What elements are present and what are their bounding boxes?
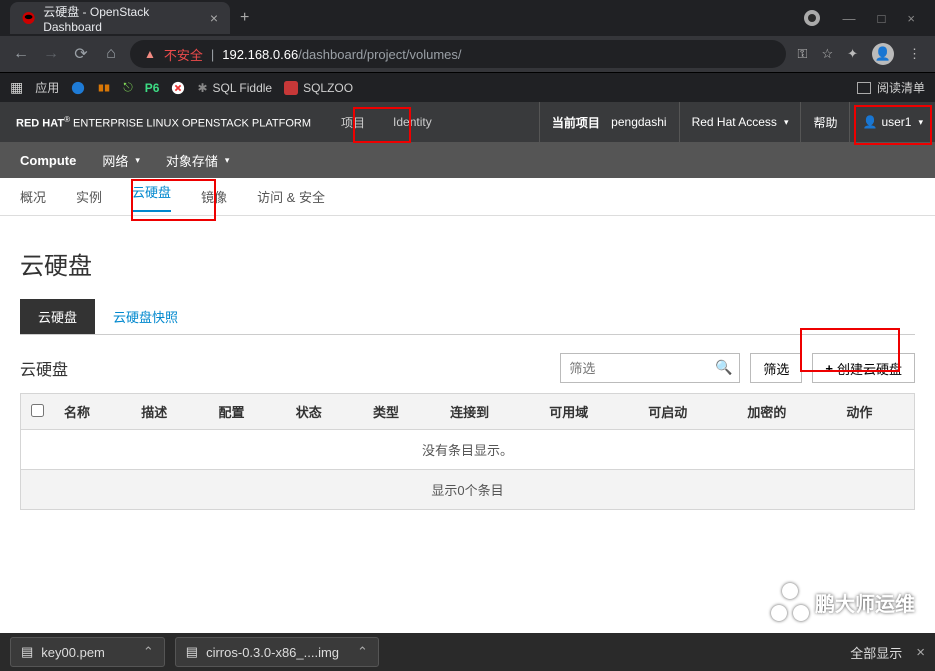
redhat-access[interactable]: Red Hat Access▾ xyxy=(679,102,801,142)
listtab-snapshots[interactable]: 云硬盘快照 xyxy=(95,299,196,334)
extensions-icon[interactable]: ✦ xyxy=(847,46,858,62)
filter-button[interactable]: 筛选 xyxy=(750,353,802,383)
maximize-icon[interactable]: □ xyxy=(878,11,886,26)
url-host: 192.168.0.66 xyxy=(222,47,298,62)
file-icon: ▤ xyxy=(186,644,198,660)
downloads-bar: ▤ key00.pem ⌃ ▤ cirros-0.3.0-x86_....img… xyxy=(0,633,935,671)
help-link[interactable]: 帮助 xyxy=(800,102,849,142)
tab-images[interactable]: 镜像 xyxy=(201,187,227,206)
plus-icon: + xyxy=(825,361,833,376)
col-boot: 可启动 xyxy=(638,394,737,430)
minimize-icon[interactable]: — xyxy=(843,11,856,26)
col-cfg: 配置 xyxy=(208,394,285,430)
bookmark-ico-2[interactable] xyxy=(97,81,111,95)
bookmark-ico-1[interactable] xyxy=(71,81,85,95)
star-icon[interactable]: ☆ xyxy=(821,46,833,62)
bookmark-sqlzoo[interactable]: SQLZOO xyxy=(284,81,353,95)
col-zone: 可用域 xyxy=(539,394,638,430)
window-close-icon[interactable]: × xyxy=(907,11,915,26)
redhat-icon xyxy=(22,11,35,25)
chevron-up-icon[interactable]: ⌃ xyxy=(357,644,368,660)
panel-title: 云硬盘 xyxy=(20,356,68,380)
address-bar[interactable]: ▲ 不安全 | 192.168.0.66/dashboard/project/v… xyxy=(130,40,786,68)
search-icon[interactable]: 🔍 xyxy=(715,359,732,376)
user-menu[interactable]: 👤user1▾ xyxy=(849,102,935,142)
bookmark-apps[interactable]: 应用 xyxy=(35,79,59,96)
home-button[interactable]: ⌂ xyxy=(100,45,122,63)
reading-list[interactable]: 阅读清单 xyxy=(877,79,925,96)
download-item-1[interactable]: ▤ key00.pem ⌃ xyxy=(10,637,165,667)
subnav-compute[interactable]: Compute xyxy=(20,153,76,168)
profile-avatar[interactable]: 👤 xyxy=(872,43,894,65)
tab-instances[interactable]: 实例 xyxy=(76,187,102,206)
col-type: 类型 xyxy=(363,394,440,430)
nav-identity[interactable]: Identity xyxy=(379,102,446,142)
apps-icon[interactable]: ▦ xyxy=(10,79,23,96)
tab-title: 云硬盘 - OpenStack Dashboard xyxy=(43,3,202,34)
table-footer: 显示0个条目 xyxy=(21,470,915,510)
subnav: Compute 网络▾ 对象存储▾ xyxy=(0,142,935,178)
create-volume-button[interactable]: +创建云硬盘 xyxy=(812,353,915,383)
forward-button: → xyxy=(40,45,62,63)
circle-badge-icon xyxy=(803,9,821,27)
col-enc: 加密的 xyxy=(737,394,836,430)
tab-volumes[interactable]: 云硬盘 xyxy=(132,182,171,212)
close-downloads-icon[interactable]: × xyxy=(916,644,925,661)
openstack-header: RED HAT® ENTERPRISE LINUX OPENSTACK PLAT… xyxy=(0,102,935,142)
brand: RED HAT® ENTERPRISE LINUX OPENSTACK PLAT… xyxy=(0,115,327,130)
col-attached: 连接到 xyxy=(440,394,539,430)
subnav-objectstore[interactable]: 对象存储▾ xyxy=(166,151,230,170)
col-desc: 描述 xyxy=(131,394,208,430)
listtab-volumes[interactable]: 云硬盘 xyxy=(20,299,95,334)
insecure-label: 不安全 xyxy=(164,45,203,64)
bookmark-sqlfiddle[interactable]: ✱ SQL Fiddle xyxy=(197,81,272,95)
bookmark-ico-4[interactable]: P6 xyxy=(145,81,160,95)
reload-button[interactable]: ⟳ xyxy=(70,44,92,64)
show-all-downloads[interactable]: 全部显示 xyxy=(850,643,902,662)
bookmark-ico-5[interactable] xyxy=(171,81,185,95)
empty-row: 没有条目显示。 xyxy=(21,430,915,470)
select-all-checkbox[interactable] xyxy=(31,404,44,417)
col-actions: 动作 xyxy=(836,394,914,430)
current-project: 当前项目 pengdashi xyxy=(539,102,679,142)
close-icon[interactable]: × xyxy=(210,10,218,26)
bookmark-ico-3[interactable]: ⎋ xyxy=(123,80,133,95)
search-input[interactable] xyxy=(560,353,740,383)
tab-access[interactable]: 访问 & 安全 xyxy=(257,187,325,206)
new-tab-button[interactable]: + xyxy=(240,9,249,27)
url-path: /dashboard/project/volumes/ xyxy=(298,47,461,62)
reading-list-icon xyxy=(857,82,871,94)
warning-icon: ▲ xyxy=(144,47,156,61)
menu-icon[interactable]: ⋮ xyxy=(908,46,921,62)
section-tabs: 概况 实例 云硬盘 镜像 访问 & 安全 xyxy=(0,178,935,216)
col-name: 名称 xyxy=(54,394,131,430)
browser-tab[interactable]: 云硬盘 - OpenStack Dashboard × xyxy=(10,2,230,34)
download-item-2[interactable]: ▤ cirros-0.3.0-x86_....img ⌃ xyxy=(175,637,379,667)
back-button[interactable]: ← xyxy=(10,45,32,63)
wechat-icon xyxy=(771,583,809,621)
volumes-table: 名称 描述 配置 状态 类型 连接到 可用域 可启动 加密的 动作 没有条目显示… xyxy=(20,393,915,510)
chevron-up-icon[interactable]: ⌃ xyxy=(143,644,154,660)
subnav-network[interactable]: 网络▾ xyxy=(102,151,140,170)
file-icon: ▤ xyxy=(21,644,33,660)
tab-overview[interactable]: 概况 xyxy=(20,187,46,206)
watermark: 鹏大师运维 xyxy=(771,583,915,621)
user-icon: 👤 xyxy=(862,115,877,129)
col-status: 状态 xyxy=(286,394,363,430)
nav-project[interactable]: 项目 xyxy=(327,102,379,142)
key-icon[interactable]: ⚿ xyxy=(798,46,808,62)
page-title: 云硬盘 xyxy=(20,246,915,281)
